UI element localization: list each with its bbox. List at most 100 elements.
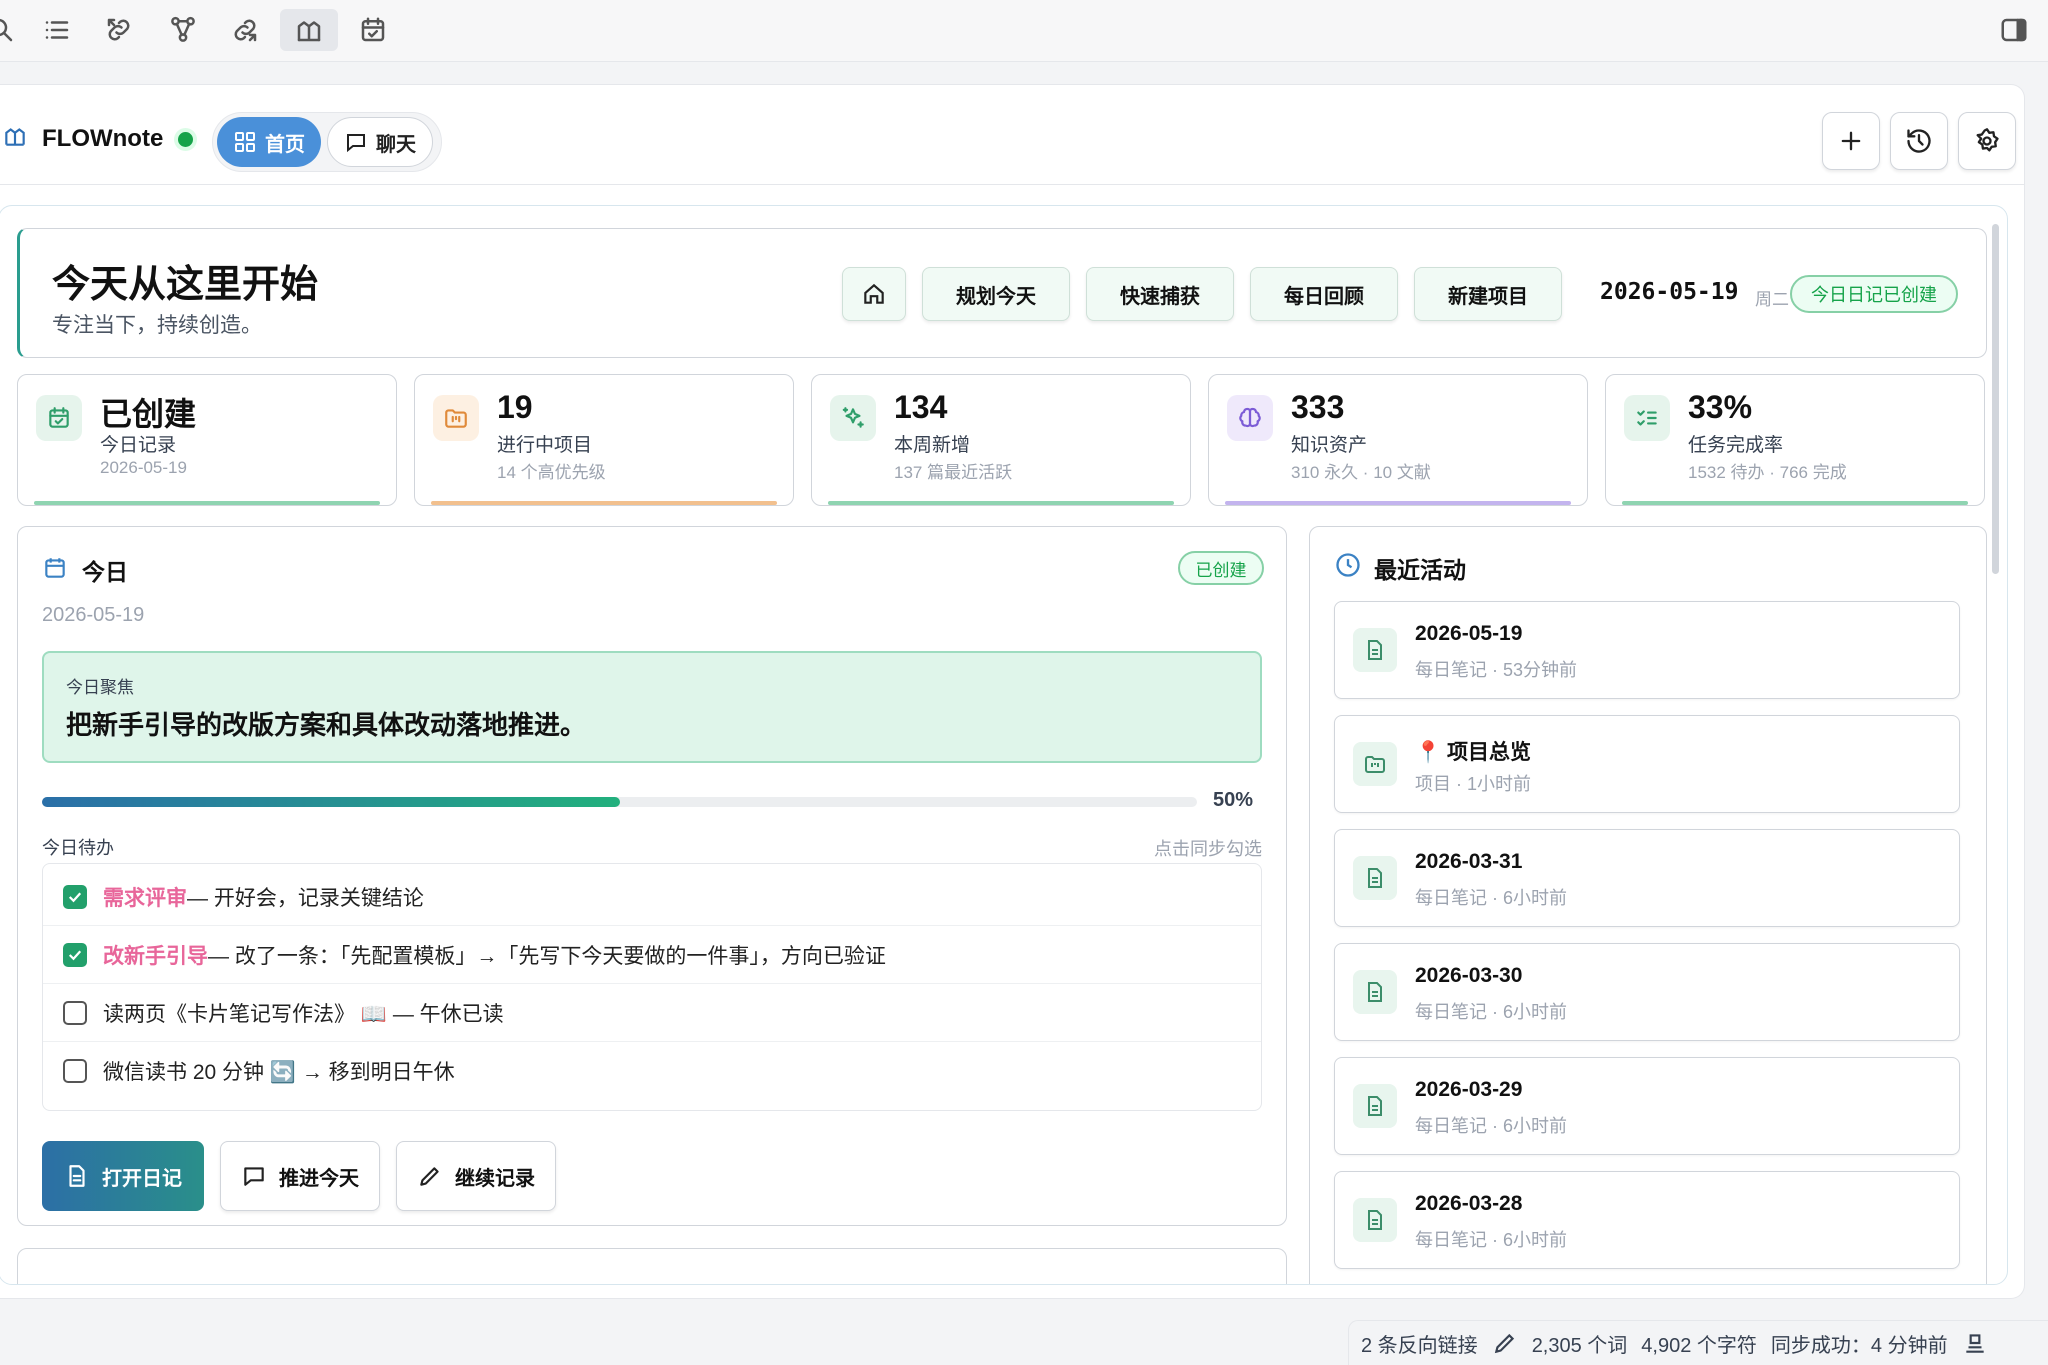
checkbox-checked[interactable]	[63, 942, 87, 967]
checkbox-unchecked[interactable]	[63, 1000, 87, 1025]
today-status-badge: 已创建	[1178, 551, 1264, 585]
stat-accent-bar	[431, 501, 777, 505]
today-date: 2026-05-19	[42, 604, 145, 626]
stat-label: 今日记录	[100, 435, 177, 456]
char-count: 4,902 个字符	[1641, 1334, 1757, 1357]
stat-value: 33%	[1688, 389, 1753, 425]
calendar-icon[interactable]	[344, 9, 402, 51]
folder-kanban-icon	[1353, 742, 1397, 786]
today-title: 今日	[82, 559, 128, 585]
sync-status[interactable]: 同步成功：4 分钟前	[1771, 1329, 1948, 1358]
stat-label: 知识资产	[1291, 435, 1368, 456]
chat-icon	[347, 134, 365, 153]
page-subtitle: 专注当下，持续创造。	[52, 314, 262, 337]
scrollbar[interactable]	[1992, 224, 1999, 574]
page-title: 今天从这里开始	[52, 264, 319, 306]
layers-icon[interactable]	[1962, 1330, 1988, 1356]
flownote-logo-icon	[2, 123, 28, 149]
activity-item[interactable]: 2026-05-19 每日笔记 · 53分钟前	[1334, 601, 1960, 699]
todo-item[interactable]: 需求评审 — 开好会，记录关键结论	[43, 868, 1261, 926]
stat-accent-bar	[1622, 501, 1968, 505]
recent-activity-title: 最近活动	[1374, 557, 1466, 583]
link-forward-icon[interactable]	[216, 9, 274, 51]
continue-record-label: 继续记录	[455, 1167, 535, 1190]
flownote-icon[interactable]	[280, 9, 338, 51]
app-name: FLOWnote	[42, 125, 164, 152]
today-focus-box[interactable]: 今日聚焦 把新手引导的改版方案和具体改动落地推进。	[42, 651, 1262, 763]
activity-title: 📍 项目总览	[1415, 741, 1531, 764]
stat-label: 任务完成率	[1688, 435, 1784, 456]
chat-icon	[244, 1167, 264, 1186]
focus-text: 把新手引导的改版方案和具体改动落地推进。	[66, 710, 587, 740]
plus-icon	[1841, 131, 1861, 151]
todo-highlight: 改新手引导	[103, 944, 208, 968]
activity-subtitle: 项目 · 1小时前	[1415, 774, 1532, 794]
activity-subtitle: 每日笔记 · 6小时前	[1415, 1116, 1568, 1136]
activity-item[interactable]: 2026-03-29 每日笔记 · 6小时前	[1334, 1057, 1960, 1155]
activity-item[interactable]: 2026-03-31 每日笔记 · 6小时前	[1334, 829, 1960, 927]
checkbox-unchecked[interactable]	[63, 1059, 87, 1083]
pencil-icon[interactable]	[1492, 1330, 1518, 1356]
file-text-icon	[1353, 856, 1397, 900]
stat-accent-bar	[828, 501, 1174, 505]
open-diary-button[interactable]: 打开日记	[42, 1141, 204, 1211]
home-button[interactable]	[842, 267, 906, 321]
todo-highlight: 需求评审	[103, 886, 187, 910]
new-project-button[interactable]: 新建项目	[1414, 267, 1562, 321]
dashboard-content[interactable]: 今天从这里开始 专注当下，持续创造。 规划今天 快速捕获 每日回顾 新建项目 2…	[0, 205, 2008, 1285]
tab-chat[interactable]: 聊天	[327, 117, 433, 167]
stat-label: 本周新增	[894, 435, 971, 456]
tab-home[interactable]: 首页	[217, 117, 321, 167]
activity-title: 2026-03-31	[1415, 850, 1523, 873]
todo-item[interactable]: 改新手引导 — 改了一条：「先配置模板」→「先写下今天要做的一件事」，方向已验证	[43, 926, 1261, 984]
todo-item[interactable]: 微信读书 20 分钟 🔄 → 移到明日午休	[43, 1042, 1261, 1100]
stat-sub: 310 永久 · 10 文献	[1291, 463, 1431, 482]
tab-home-label: 首页	[265, 133, 305, 156]
folder-kanban-icon	[433, 395, 479, 441]
gear-icon	[1976, 128, 1999, 152]
push-today-label: 推进今天	[279, 1167, 359, 1190]
activity-subtitle: 每日笔记 · 6小时前	[1415, 1002, 1568, 1022]
grid-icon	[235, 132, 255, 152]
stat-card-weekly[interactable]: 134 本周新增 137 篇最近活跃	[811, 374, 1191, 506]
search-icon[interactable]	[0, 9, 30, 51]
stat-card-knowledge[interactable]: 333 知识资产 310 永久 · 10 文献	[1208, 374, 1588, 506]
activity-item[interactable]: 2026-03-28 每日笔记 · 6小时前	[1334, 1171, 1960, 1269]
current-weekday: 周二	[1755, 290, 1789, 309]
todo-label: 今日待办	[42, 838, 114, 858]
link-back-icon[interactable]	[90, 9, 148, 51]
sidebar-toggle-icon[interactable]	[1985, 9, 2043, 51]
list-icon[interactable]	[28, 9, 86, 51]
settings-button[interactable]	[1958, 112, 2016, 170]
stat-sub: 137 篇最近活跃	[894, 463, 1013, 482]
sparkles-icon	[830, 395, 876, 441]
plan-today-button[interactable]: 规划今天	[922, 267, 1070, 321]
tab-chat-label: 聊天	[376, 133, 416, 156]
backlinks-count[interactable]: 2 条反向链接	[1361, 1329, 1478, 1358]
file-text-icon	[1353, 1084, 1397, 1128]
todo-text: — 开好会，记录关键结论	[187, 886, 424, 910]
todo-hint: 点击同步勾选	[1154, 839, 1262, 859]
next-section-card	[17, 1248, 1287, 1284]
stat-value: 134	[894, 389, 948, 425]
add-button[interactable]	[1822, 112, 1880, 170]
history-button[interactable]	[1890, 112, 1948, 170]
progress-bar	[42, 797, 1197, 807]
todo-item[interactable]: 读两页《卡片笔记写作法》 📖 — 午休已读	[43, 984, 1261, 1042]
stat-card-tasks[interactable]: 33% 任务完成率 1532 待办 · 766 完成	[1605, 374, 1985, 506]
activity-item[interactable]: 📍 项目总览 项目 · 1小时前	[1334, 715, 1960, 813]
stat-card-today[interactable]: 已创建 今日记录 2026-05-19	[17, 374, 397, 506]
daily-review-button[interactable]: 每日回顾	[1250, 267, 1398, 321]
quick-capture-button[interactable]: 快速捕获	[1086, 267, 1234, 321]
stat-card-projects[interactable]: 19 进行中项目 14 个高优先级	[414, 374, 794, 506]
continue-record-button[interactable]: 继续记录	[396, 1141, 556, 1211]
online-status-dot	[178, 132, 193, 147]
graph-icon[interactable]	[154, 9, 212, 51]
calendar-icon	[42, 555, 68, 581]
activity-subtitle: 每日笔记 · 6小时前	[1415, 888, 1568, 908]
push-today-button[interactable]: 推进今天	[220, 1141, 380, 1211]
activity-item[interactable]: 2026-03-30 每日笔记 · 6小时前	[1334, 943, 1960, 1041]
activity-subtitle: 每日笔记 · 6小时前	[1415, 1230, 1568, 1250]
stat-accent-bar	[34, 501, 380, 505]
checkbox-checked[interactable]	[63, 884, 87, 909]
